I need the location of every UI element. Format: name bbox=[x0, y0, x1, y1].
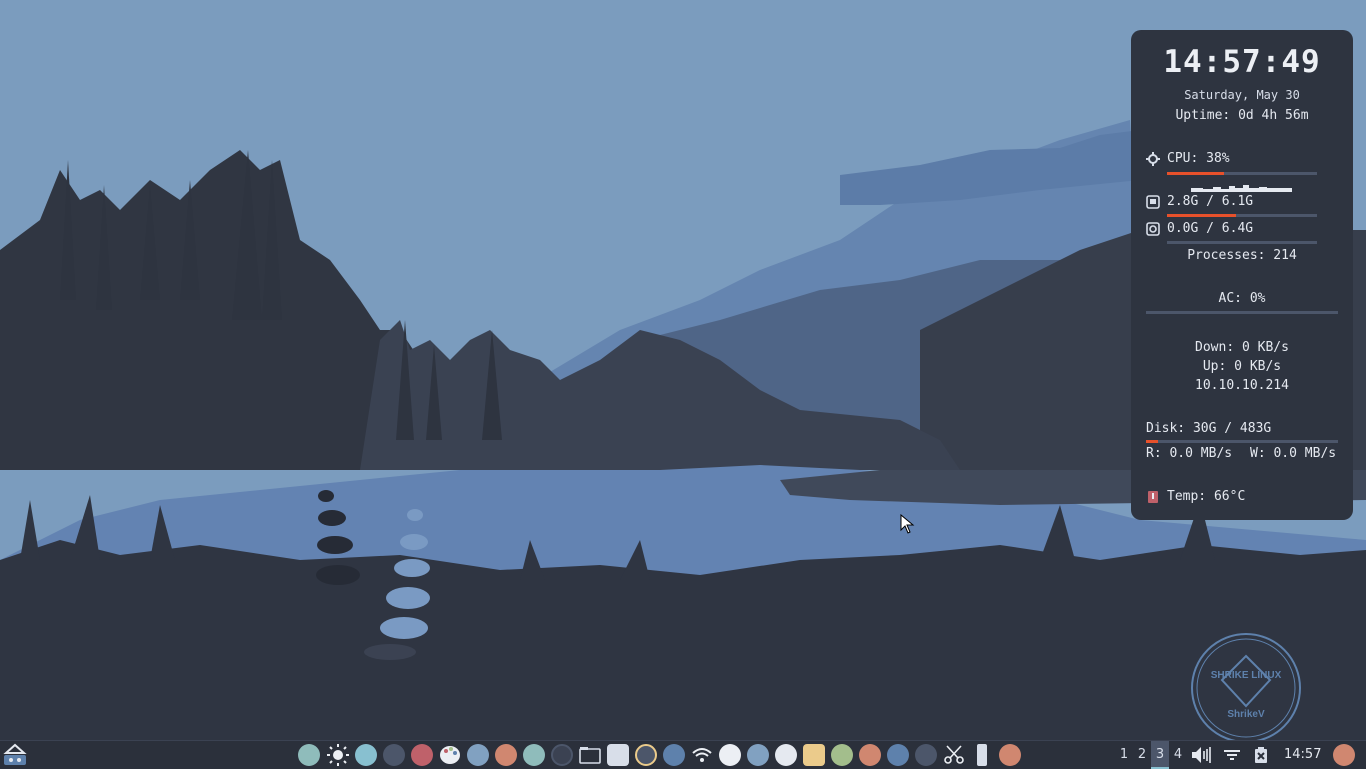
battery-bar bbox=[1146, 311, 1338, 314]
wifi-icon[interactable] bbox=[691, 744, 713, 766]
radio-icon[interactable] bbox=[803, 744, 825, 766]
firefox-icon[interactable] bbox=[495, 744, 517, 766]
paint-palette-icon[interactable] bbox=[439, 744, 461, 766]
swap-icon bbox=[1146, 222, 1160, 236]
vpn-shield-icon[interactable] bbox=[915, 744, 937, 766]
compass-app-icon[interactable] bbox=[355, 744, 377, 766]
disk-label: Disk: 30G / 483G bbox=[1146, 421, 1272, 436]
date-display: Saturday, May 30 bbox=[1184, 88, 1300, 102]
network-up: Up: 0 KB/s bbox=[1202, 359, 1282, 374]
taskbar-clock[interactable]: 14:57 bbox=[1284, 741, 1321, 769]
taskbar: 1 2 3 4 14:57 bbox=[0, 740, 1366, 769]
logo-top-text: SHRIKE LINUX bbox=[1211, 670, 1282, 681]
qr-code-icon[interactable] bbox=[607, 744, 629, 766]
gear-icon bbox=[1146, 152, 1160, 166]
processes-count: Processes: 214 bbox=[1187, 248, 1297, 263]
chrome-icon[interactable] bbox=[831, 744, 853, 766]
app-menu-icon[interactable] bbox=[3, 743, 27, 767]
volume-icon[interactable] bbox=[1191, 745, 1213, 765]
heart-app-icon[interactable] bbox=[719, 744, 741, 766]
cpu-usage-fill bbox=[1167, 172, 1224, 175]
workspace-4[interactable]: 4 bbox=[1169, 741, 1187, 769]
uptime-display: Uptime: 0d 4h 56m bbox=[1175, 108, 1309, 123]
battery-label: AC: 0% bbox=[1218, 291, 1266, 306]
disk-read: R: 0.0 MB/s bbox=[1146, 446, 1233, 461]
memory-label: 2.8G / 6.1G bbox=[1167, 194, 1254, 209]
workspace-3[interactable]: 3 bbox=[1151, 741, 1169, 769]
workspace-1[interactable]: 1 bbox=[1115, 741, 1133, 769]
disk-usage-bar bbox=[1146, 440, 1338, 443]
user-avatar[interactable] bbox=[1333, 744, 1355, 766]
swap-usage-bar bbox=[1167, 241, 1317, 244]
brave-browser-icon[interactable] bbox=[859, 744, 881, 766]
circle-app-icon[interactable] bbox=[775, 744, 797, 766]
network-down: Down: 0 KB/s bbox=[1195, 340, 1289, 355]
disk-write: W: 0.0 MB/s bbox=[1250, 446, 1337, 461]
memory-icon bbox=[1146, 195, 1160, 209]
workspace-2[interactable]: 2 bbox=[1133, 741, 1151, 769]
scissors-icon[interactable] bbox=[943, 744, 965, 766]
cpu-label: CPU: 38% bbox=[1167, 151, 1230, 166]
system-monitor-panel: 14:57:49 Saturday, May 30 Uptime: 0d 4h … bbox=[1131, 30, 1353, 520]
virtualbox-icon[interactable] bbox=[747, 744, 769, 766]
usb-drive-icon[interactable] bbox=[977, 744, 987, 766]
weather-app-icon[interactable] bbox=[467, 744, 489, 766]
temperature-label: Temp: 66°C bbox=[1167, 489, 1246, 504]
disk-usage-fill bbox=[1146, 440, 1158, 443]
text-editor-icon[interactable] bbox=[635, 744, 657, 766]
memory-usage-fill bbox=[1167, 214, 1236, 217]
screen-recorder-icon[interactable] bbox=[551, 744, 573, 766]
memory-usage-bar bbox=[1167, 214, 1317, 217]
terminal-icon[interactable] bbox=[383, 744, 405, 766]
clock-display: 14:57:49 bbox=[1163, 44, 1321, 80]
logo-bottom-text: ShrikeV bbox=[1227, 709, 1265, 720]
mouse-cursor-icon bbox=[900, 514, 915, 534]
ip-address: 10.10.10.214 bbox=[1195, 378, 1289, 393]
swap-label: 0.0G / 6.4G bbox=[1167, 221, 1254, 236]
accessibility-icon[interactable] bbox=[663, 744, 685, 766]
screenshot-app-icon[interactable] bbox=[298, 744, 320, 766]
thermometer-icon bbox=[1148, 491, 1158, 503]
network-status-icon[interactable] bbox=[1222, 747, 1242, 763]
battery-icon[interactable] bbox=[1254, 746, 1268, 764]
file-manager-icon[interactable] bbox=[579, 744, 601, 766]
cpu-history-graph bbox=[1191, 185, 1292, 192]
cpu-usage-bar bbox=[1167, 172, 1317, 175]
brightness-icon[interactable] bbox=[327, 744, 349, 766]
media-player-icon[interactable] bbox=[887, 744, 909, 766]
root-terminal-icon[interactable] bbox=[411, 744, 433, 766]
filezilla-icon[interactable] bbox=[999, 744, 1021, 766]
search-icon[interactable] bbox=[523, 744, 545, 766]
